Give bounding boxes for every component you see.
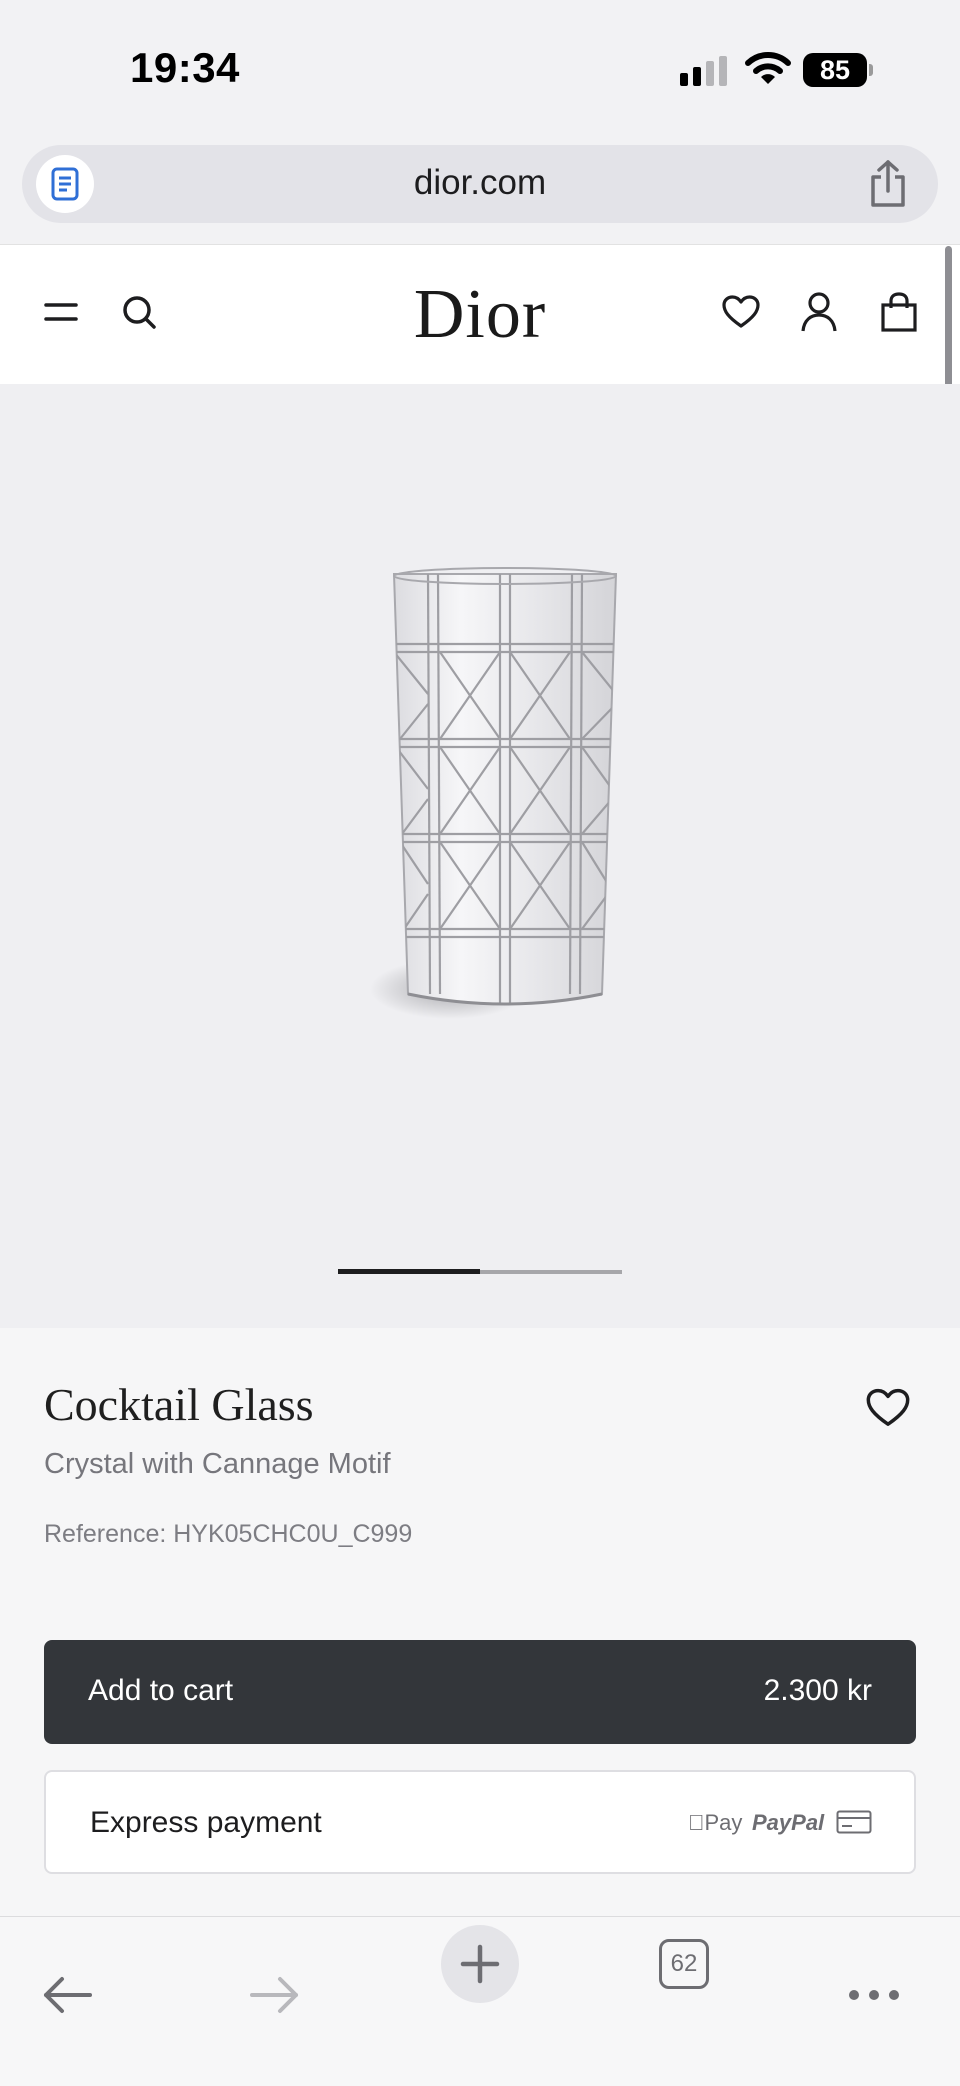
shopping-bag-icon[interactable] bbox=[872, 285, 926, 339]
new-tab-button[interactable] bbox=[441, 1925, 519, 2003]
carousel-progress-indicator bbox=[338, 1269, 480, 1274]
express-payment-label: Express payment bbox=[90, 1806, 322, 1839]
paypal-logo: PayPal bbox=[752, 1810, 825, 1835]
account-icon[interactable] bbox=[792, 285, 846, 339]
tabs-icon[interactable]: 62 bbox=[659, 1939, 709, 1989]
product-info: Cocktail Glass Crystal with Cannage Moti… bbox=[0, 1328, 960, 1916]
product-reference: Reference: HYK05CHC0U_C999 bbox=[44, 1520, 413, 1548]
share-icon[interactable] bbox=[866, 159, 910, 209]
battery-level: 85 bbox=[803, 53, 867, 87]
add-to-cart-button[interactable]: Add to cart 2.300 kr bbox=[44, 1640, 916, 1744]
apple-pay-icon: Pay bbox=[688, 1810, 742, 1836]
add-to-cart-label: Add to cart bbox=[88, 1674, 234, 1707]
wifi-icon bbox=[745, 52, 791, 84]
signal-icon bbox=[680, 56, 727, 86]
more-icon[interactable] bbox=[838, 1959, 910, 2031]
wishlist-heart-icon[interactable] bbox=[714, 285, 768, 339]
status-time: 19:34 bbox=[130, 44, 240, 91]
apple-pay-label: Pay bbox=[688, 1810, 743, 1835]
battery-cap bbox=[869, 64, 873, 76]
product-image-carousel[interactable] bbox=[0, 384, 960, 1328]
express-payment-button[interactable]: Express payment Pay PayPal bbox=[44, 1770, 916, 1874]
status-bar: 19:34 85 bbox=[0, 0, 960, 140]
back-arrow-icon[interactable] bbox=[32, 1959, 104, 2031]
battery-icon: 85 bbox=[803, 53, 873, 87]
site-header: Dior bbox=[0, 244, 960, 384]
cocktail-glass-image bbox=[370, 567, 618, 1019]
browser-toolbar: 62 bbox=[0, 1916, 960, 2086]
plus-icon bbox=[460, 1944, 500, 1984]
credit-card-icon bbox=[836, 1810, 872, 1834]
add-to-wishlist-heart-icon[interactable] bbox=[866, 1388, 910, 1428]
product-subtitle: Crystal with Cannage Motif bbox=[44, 1448, 391, 1480]
forward-arrow-icon[interactable] bbox=[238, 1959, 310, 2031]
product-price: 2.300 kr bbox=[763, 1674, 872, 1707]
address-bar[interactable]: dior.com bbox=[22, 145, 938, 223]
url-text[interactable]: dior.com bbox=[22, 163, 938, 203]
product-title: Cocktail Glass bbox=[44, 1379, 314, 1430]
